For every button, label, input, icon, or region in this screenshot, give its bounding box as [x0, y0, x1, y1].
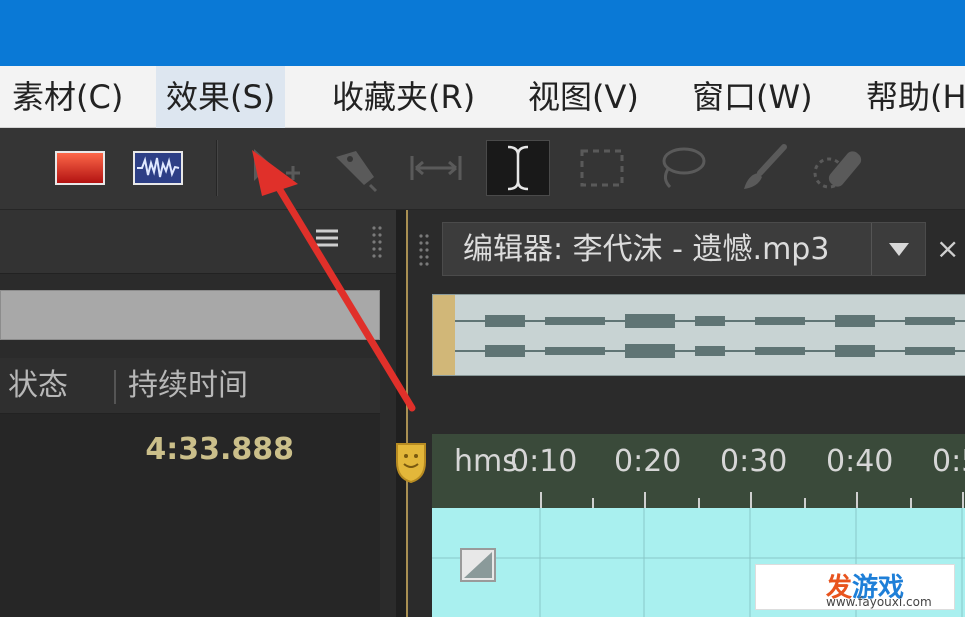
panel-menu-icon[interactable] [314, 226, 340, 252]
files-panel-header [0, 210, 396, 274]
paintbrush-selection-button[interactable] [730, 140, 794, 196]
spot-healing-button[interactable] [806, 140, 876, 196]
files-column-header: 状态 持续时间 [0, 358, 380, 414]
menu-window[interactable]: 窗口(W) [682, 66, 823, 128]
ruler-unit-label: hms [454, 444, 518, 479]
overview-waveform [455, 314, 965, 358]
tools-toolbar [0, 128, 965, 210]
menu-favorites[interactable]: 收藏夹(R) [322, 66, 485, 128]
lasso-selection-button[interactable] [650, 140, 714, 196]
editor-tab[interactable]: 编辑器: 李代沫 - 遗憾.mp3 [442, 222, 926, 276]
editor-file-dropdown[interactable] [871, 223, 925, 275]
marquee-selection-button[interactable] [570, 140, 634, 196]
ruler-tick-label: 0:40 [826, 444, 894, 479]
table-row[interactable]: 4:33.888 [0, 414, 380, 617]
razor-tool-icon [336, 151, 378, 193]
site-watermark: 发游戏 www.fayouxi.com [755, 564, 955, 610]
paintbrush-icon [744, 144, 787, 189]
spot-healing-icon [813, 151, 862, 189]
slip-tool-button[interactable] [404, 140, 468, 196]
menu-help[interactable]: 帮助(H [856, 66, 965, 128]
time-selection-tool-icon [507, 145, 529, 191]
files-panel: 状态 持续时间 4:33.888 [0, 210, 396, 617]
waveform-view-button[interactable] [130, 140, 186, 196]
timeline-ruler[interactable]: hms 0:10 0:20 0:30 0:40 0:5 [432, 434, 965, 508]
ruler-tick [910, 498, 912, 508]
editor-panel: 编辑器: 李代沫 - 遗憾.mp3 × hms 0:10 0:20 0:30 0… [396, 210, 965, 617]
ruler-tick [962, 492, 964, 508]
move-tool-icon [254, 149, 300, 187]
panel-grip-icon[interactable] [418, 232, 430, 266]
ruler-tick [804, 498, 806, 508]
ruler-tick-label: 0:20 [614, 444, 682, 479]
spectral-frequency-icon [55, 151, 105, 185]
file-duration: 4:33.888 [145, 432, 294, 467]
ruler-tick [592, 498, 594, 508]
ruler-tick [750, 492, 752, 508]
menu-effects[interactable]: 效果(S) [156, 66, 286, 128]
ruler-tick [856, 492, 858, 508]
waveform-icon [133, 151, 183, 185]
overview-range-handle[interactable] [433, 295, 455, 375]
triangle-down-icon [888, 243, 909, 256]
marquee-selection-icon [580, 149, 624, 187]
column-divider[interactable] [114, 370, 116, 404]
ruler-tick [540, 492, 542, 508]
move-tool-button[interactable] [244, 140, 308, 196]
window-titlebar [0, 0, 965, 66]
ruler-tick-label: 0:5 [932, 444, 965, 479]
toolbar-separator [216, 140, 218, 196]
ruler-tick-label: 0:10 [510, 444, 578, 479]
editor-title: 编辑器: 李代沫 - 遗憾.mp3 [463, 232, 830, 267]
ruler-tick [644, 492, 646, 508]
playhead-marker[interactable] [394, 440, 428, 484]
spectral-view-button[interactable] [52, 140, 108, 196]
menu-clip[interactable]: 素材(C) [2, 66, 133, 128]
ruler-tick-label: 0:30 [720, 444, 788, 479]
time-selection-tool-button[interactable] [486, 140, 550, 196]
slip-tool-icon [410, 156, 462, 180]
razor-tool-button[interactable] [324, 140, 388, 196]
column-duration[interactable]: 持续时间 [128, 358, 248, 414]
lasso-selection-icon [662, 147, 706, 189]
column-status[interactable]: 状态 [8, 358, 68, 414]
envelope-icon[interactable] [460, 548, 496, 582]
files-search-field[interactable] [0, 290, 380, 340]
menu-bar: 素材(C) 效果(S) 收藏夹(R) 视图(V) 窗口(W) 帮助(H [0, 66, 965, 128]
menu-view[interactable]: 视图(V) [518, 66, 649, 128]
close-icon[interactable]: × [936, 222, 965, 276]
ruler-tick [698, 498, 700, 508]
waveform-overview[interactable] [432, 294, 965, 376]
panel-grip-icon[interactable] [370, 224, 384, 258]
watermark-url: www.fayouxi.com [826, 595, 932, 609]
